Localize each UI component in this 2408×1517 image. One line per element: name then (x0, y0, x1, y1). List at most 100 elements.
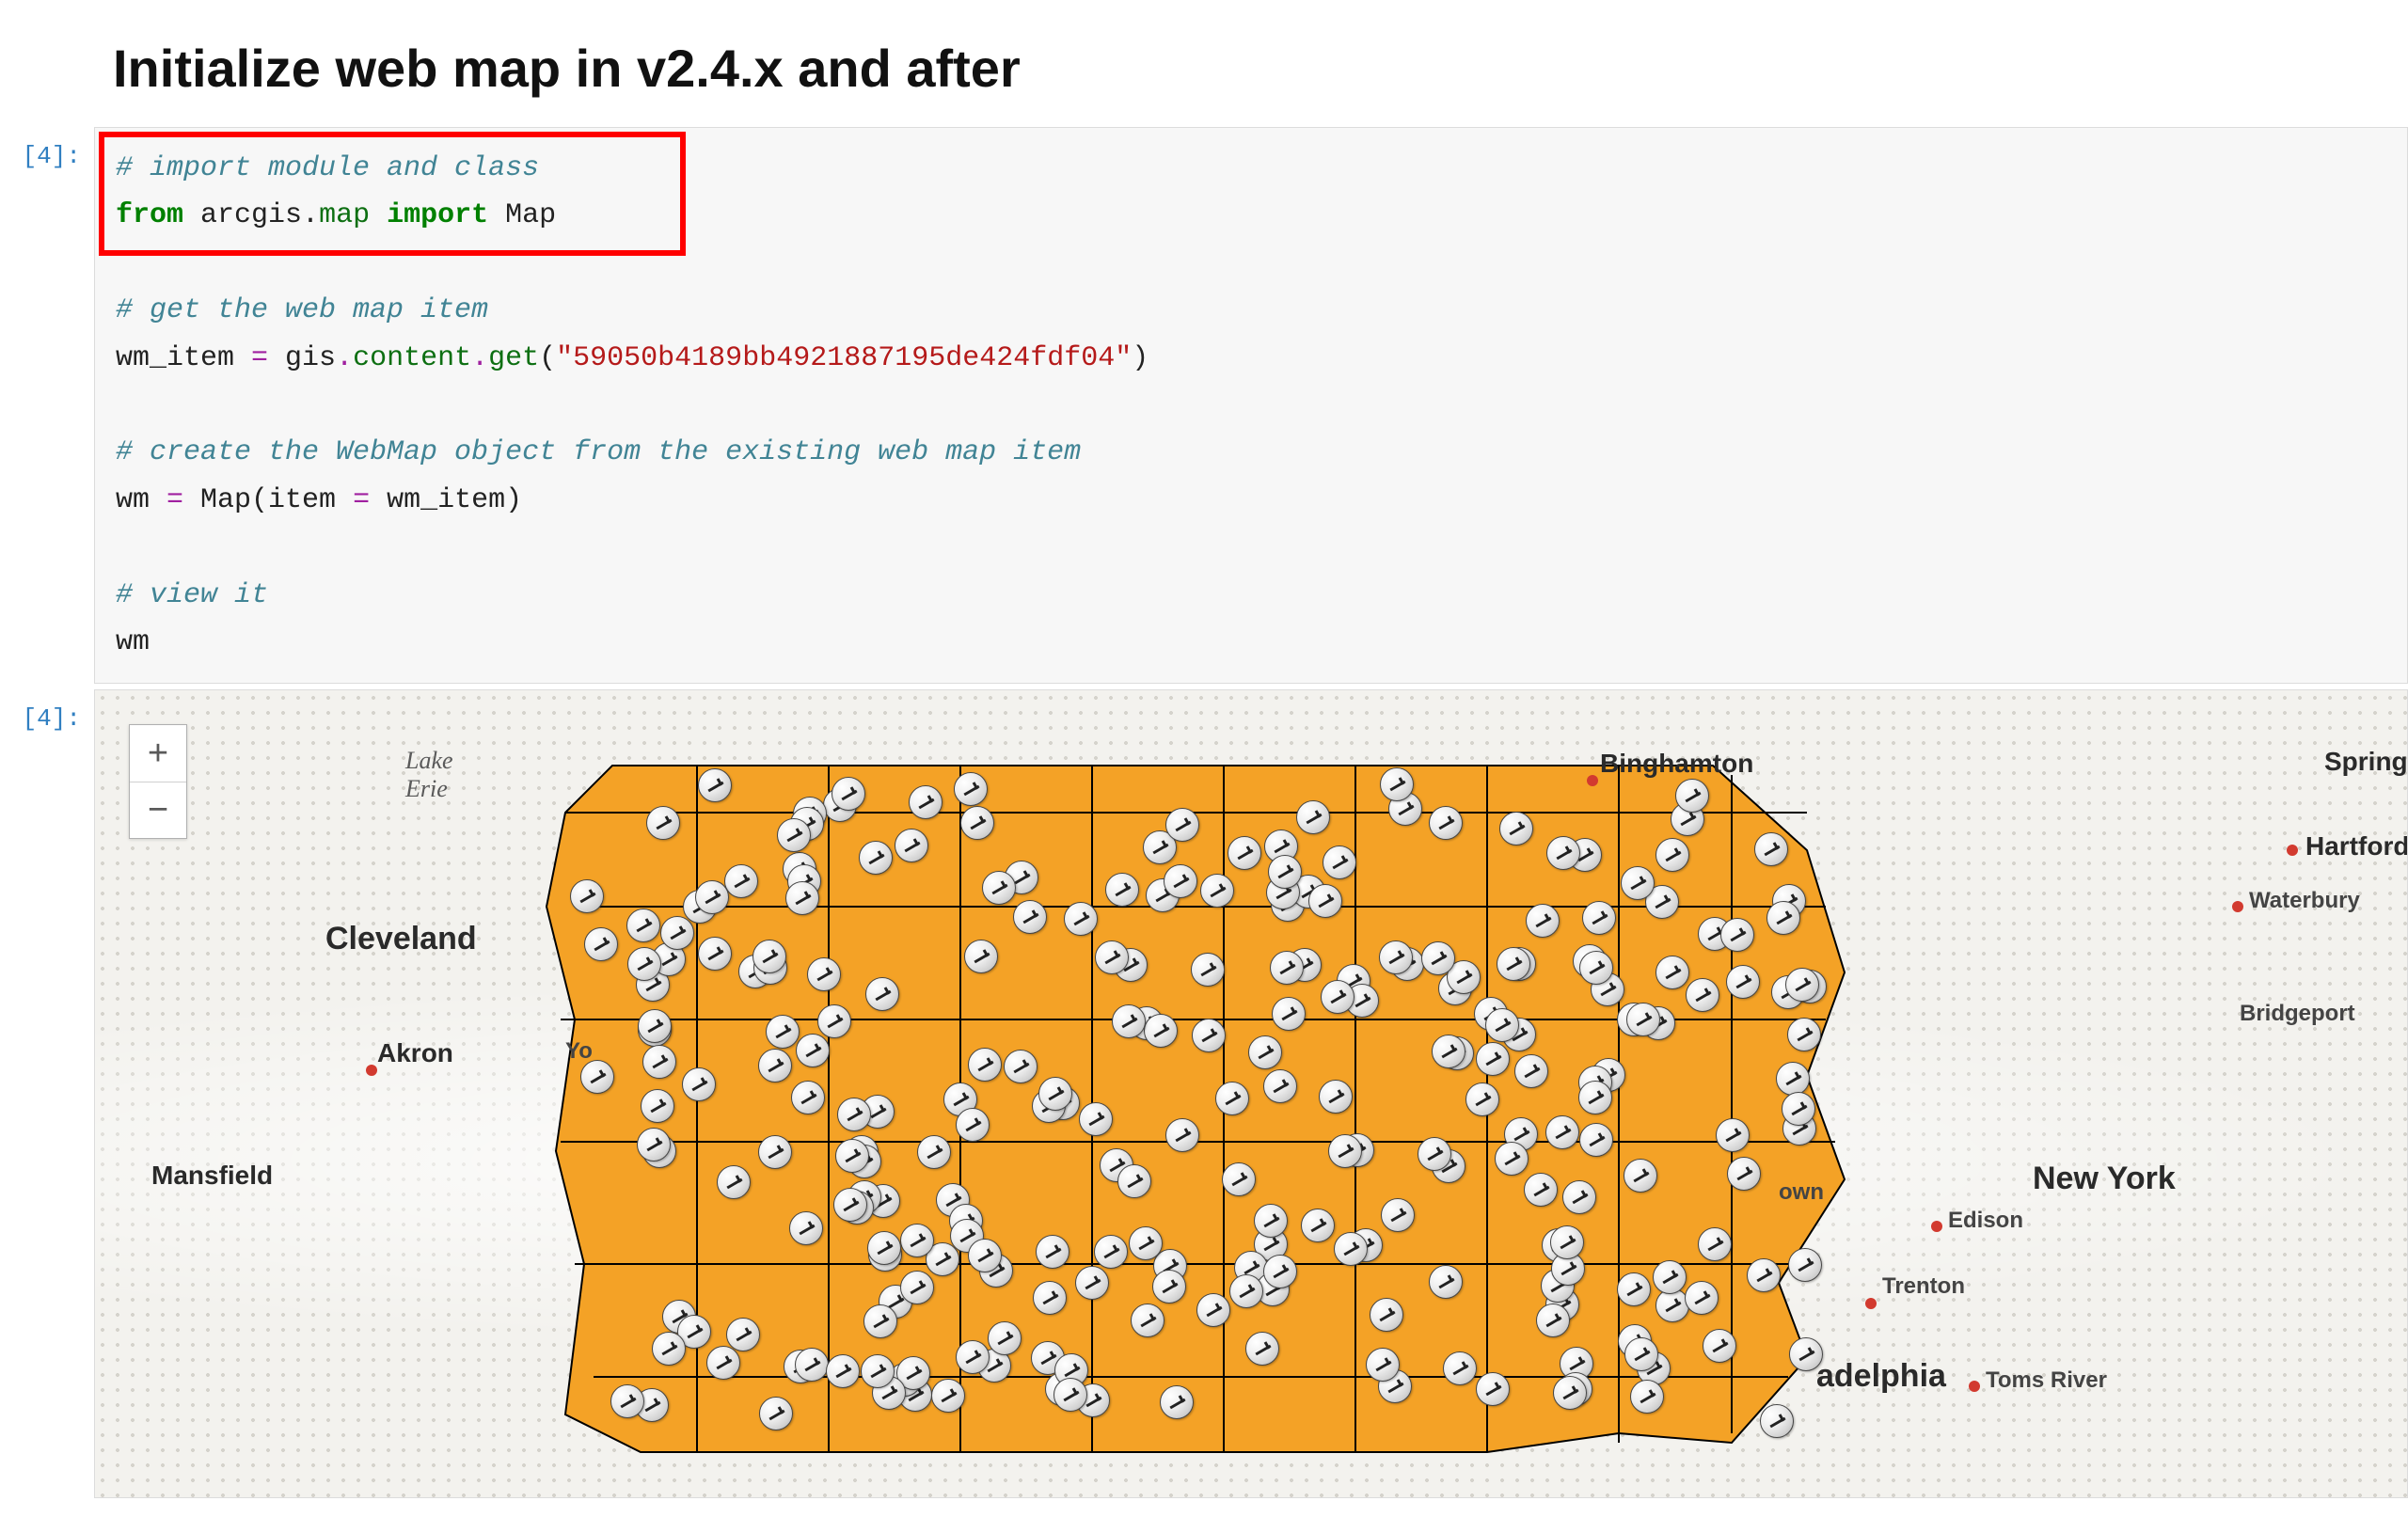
map-marker[interactable] (1418, 1137, 1451, 1171)
map-marker[interactable] (1036, 1235, 1069, 1269)
zoom-out-button[interactable]: − (130, 782, 186, 838)
map-marker[interactable] (1301, 1209, 1335, 1242)
map-marker[interactable] (1131, 1304, 1164, 1337)
map-marker[interactable] (1296, 800, 1330, 834)
map-marker[interactable] (724, 864, 758, 898)
map-marker[interactable] (1112, 1004, 1146, 1038)
map-marker[interactable] (1514, 1054, 1548, 1088)
map-marker[interactable] (1165, 808, 1199, 842)
map-marker[interactable] (1033, 1281, 1067, 1315)
map-marker[interactable] (652, 1332, 686, 1366)
map-marker[interactable] (626, 909, 660, 942)
map-marker[interactable] (1562, 1180, 1596, 1214)
map-marker[interactable] (1476, 1372, 1510, 1406)
map-marker[interactable] (900, 1224, 934, 1257)
map-marker[interactable] (968, 1048, 1002, 1082)
map-marker[interactable] (1788, 1248, 1822, 1282)
map-marker[interactable] (900, 1271, 934, 1304)
map-marker[interactable] (1726, 965, 1760, 999)
map-marker[interactable] (956, 1108, 990, 1142)
map-marker[interactable] (1626, 1003, 1660, 1036)
map-marker[interactable] (610, 1384, 644, 1418)
map-marker[interactable] (1579, 1123, 1613, 1157)
map-marker[interactable] (1164, 864, 1197, 898)
map-marker[interactable] (638, 1009, 672, 1043)
map-marker[interactable] (1578, 1081, 1612, 1114)
map-marker[interactable] (698, 937, 732, 971)
map-marker[interactable] (1268, 855, 1302, 889)
zoom-in-button[interactable]: + (130, 725, 186, 782)
map-marker[interactable] (1766, 901, 1800, 935)
map-marker[interactable] (1553, 1376, 1587, 1410)
map-marker[interactable] (717, 1165, 751, 1199)
map-marker[interactable] (1192, 1019, 1226, 1052)
map-marker[interactable] (1776, 1062, 1810, 1096)
map-marker[interactable] (954, 772, 988, 806)
map-marker[interactable] (1686, 978, 1719, 1012)
map-marker[interactable] (758, 1049, 792, 1082)
map-marker[interactable] (1429, 806, 1463, 840)
map-marker[interactable] (1624, 1159, 1657, 1193)
map-marker[interactable] (1117, 1164, 1151, 1198)
map-marker[interactable] (1429, 1265, 1463, 1299)
map-marker[interactable] (1727, 1157, 1761, 1191)
map-marker[interactable] (1370, 1298, 1403, 1332)
map-marker[interactable] (1720, 918, 1754, 952)
map-marker[interactable] (956, 1340, 990, 1374)
map-marker[interactable] (1656, 956, 1689, 989)
map-marker[interactable] (570, 879, 604, 913)
map-marker[interactable] (988, 1321, 1022, 1355)
map-marker[interactable] (867, 1231, 901, 1265)
map-marker[interactable] (1536, 1304, 1570, 1337)
map-marker[interactable] (1582, 901, 1616, 935)
map-marker[interactable] (1443, 1351, 1477, 1385)
map-marker[interactable] (1787, 1018, 1821, 1051)
map-marker[interactable] (1703, 1329, 1736, 1363)
map-marker[interactable] (982, 871, 1016, 905)
map-marker[interactable] (660, 916, 694, 950)
map-marker[interactable] (1245, 1332, 1279, 1366)
map-marker[interactable] (1129, 1226, 1163, 1260)
map-marker[interactable] (1485, 1008, 1519, 1042)
map-marker[interactable] (1656, 838, 1689, 872)
map-marker[interactable] (832, 777, 865, 811)
map-marker[interactable] (759, 1397, 793, 1430)
map-marker[interactable] (1524, 1173, 1558, 1207)
map-marker[interactable] (1617, 1272, 1651, 1306)
map-marker[interactable] (766, 1015, 800, 1049)
map-marker[interactable] (789, 1211, 823, 1245)
map-marker[interactable] (796, 1034, 830, 1067)
map-marker[interactable] (1191, 953, 1225, 987)
map-marker[interactable] (1747, 1258, 1781, 1292)
map-marker[interactable] (1094, 1235, 1128, 1269)
map-marker[interactable] (1038, 1077, 1072, 1111)
map-marker[interactable] (1366, 1348, 1400, 1382)
map-marker[interactable] (859, 841, 893, 875)
map-marker[interactable] (1222, 1162, 1256, 1196)
map-marker[interactable] (807, 957, 841, 991)
map-marker[interactable] (1152, 1270, 1186, 1304)
map-marker[interactable] (1308, 884, 1342, 918)
map-marker[interactable] (706, 1346, 740, 1380)
map-marker[interactable] (1685, 1281, 1719, 1315)
map-marker[interactable] (1323, 845, 1356, 879)
map-marker[interactable] (1144, 1014, 1178, 1048)
map-marker[interactable] (960, 806, 994, 840)
map-marker[interactable] (1754, 832, 1788, 866)
map-marker[interactable] (1319, 1080, 1353, 1114)
map-marker[interactable] (895, 829, 928, 862)
map-marker[interactable] (817, 1004, 851, 1038)
map-marker[interactable] (835, 1139, 869, 1173)
map-marker[interactable] (642, 1045, 676, 1079)
map-marker[interactable] (1546, 836, 1580, 870)
map-marker[interactable] (1716, 1118, 1750, 1152)
map-marker[interactable] (1160, 1385, 1194, 1419)
map-marker[interactable] (1785, 968, 1819, 1002)
map-marker[interactable] (584, 927, 618, 961)
map-marker[interactable] (1621, 866, 1655, 900)
map-marker[interactable] (1196, 1293, 1230, 1327)
map-widget[interactable]: + − (94, 689, 2408, 1498)
map-marker[interactable] (865, 977, 899, 1011)
map-marker[interactable] (1499, 812, 1533, 845)
map-marker[interactable] (909, 785, 943, 819)
